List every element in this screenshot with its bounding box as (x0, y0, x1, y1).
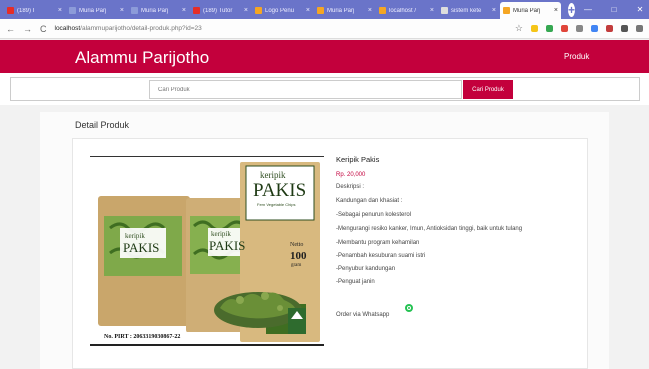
tab-title: Muria Parj (513, 7, 541, 14)
url-host: localhost (54, 25, 81, 32)
search-button[interactable]: Cari Produk (463, 80, 513, 99)
tab-title: Logo Penu (265, 7, 295, 14)
tab-close-icon[interactable]: × (368, 7, 372, 14)
nav-produk-link[interactable]: Produk (564, 52, 589, 61)
browser-tab[interactable]: Logo Penu × (252, 2, 313, 19)
order-whatsapp-link[interactable]: Order via Whatsapp (336, 312, 389, 318)
bookmark-star-icon[interactable]: ☆ (515, 23, 523, 34)
tab-title: (189) Tutor (203, 7, 233, 14)
description-line: -Penambah kesuburan suami istri (336, 253, 426, 259)
minimize-button[interactable]: — (575, 5, 601, 14)
package-netto-label: Netto (290, 242, 304, 248)
tab-title: Muria Parj (141, 7, 169, 14)
back-arrow-icon[interactable]: ← (6, 24, 15, 34)
package-brand-top: keripik (260, 170, 286, 180)
tab-favicon-icon (193, 7, 200, 14)
browser-tab[interactable]: Muria Parj × (128, 2, 189, 19)
tab-close-icon[interactable]: × (554, 7, 558, 14)
extension-icon[interactable] (636, 25, 643, 32)
url-path: /alammuparijotho/detail-produk.php?id=23 (80, 25, 202, 32)
site-header: Alammu Parijotho Produk (0, 40, 649, 73)
browser-tab[interactable]: Muria Parj × (500, 2, 561, 19)
tab-title: localhost / (389, 7, 417, 14)
package-brand-top-back: keripik (125, 232, 145, 240)
tab-title: Muria Parj (327, 7, 355, 14)
description-label: Deskripsi : (336, 184, 365, 190)
tab-close-icon[interactable]: × (244, 7, 248, 14)
tab-favicon-icon (69, 7, 76, 14)
extension-icon[interactable] (531, 25, 538, 32)
package-brand-main-middle: PAKIS (209, 238, 246, 253)
search-input[interactable] (149, 80, 462, 99)
tab-close-icon[interactable]: × (306, 7, 310, 14)
extension-icons (523, 25, 643, 32)
product-name: Keripik Pakis (336, 155, 380, 164)
product-image: keripik PAKIS Fern Vegetable Chips Netto… (90, 158, 324, 346)
browser-tab[interactable]: Muria Parj × (314, 2, 375, 19)
tab-close-icon[interactable]: × (58, 7, 62, 14)
extension-icon[interactable] (606, 25, 613, 32)
tab-title: Muria Parj (79, 7, 107, 14)
description-line: -Membantu program kehamilan (336, 240, 420, 246)
brand-logo-seal (288, 308, 306, 334)
extension-icon[interactable] (576, 25, 583, 32)
browser-tab[interactable]: Muria Parj × (66, 2, 127, 19)
description-line: -Penyubur kandungan (336, 266, 396, 272)
url-field[interactable]: i localhost/alammuparijotho/detail-produ… (54, 21, 515, 181)
tab-close-icon[interactable]: × (492, 7, 496, 14)
extension-icon[interactable] (621, 25, 628, 32)
window-controls: — □ ✕ (575, 0, 649, 19)
browser-tab[interactable]: localhost / × (376, 2, 437, 19)
tab-favicon-icon (441, 7, 448, 14)
tab-favicon-icon (503, 7, 510, 14)
package-pirt: No. PIRT : 2063319030867-22 (104, 334, 181, 340)
description-line: -Mengurangi resiko kanker, Imun, Antioks… (336, 226, 523, 232)
extension-icon[interactable] (591, 25, 598, 32)
whatsapp-icon[interactable] (405, 304, 413, 312)
tab-close-icon[interactable]: × (182, 7, 186, 14)
package-brand-top-middle: keripik (211, 230, 231, 238)
browser-tab[interactable]: sistem kete × (438, 2, 499, 19)
reload-icon[interactable]: C (40, 24, 47, 34)
browser-tab[interactable]: (189) Tutor × (190, 2, 251, 19)
tab-favicon-icon (7, 7, 14, 14)
site-title[interactable]: Alammu Parijotho (75, 48, 209, 68)
tab-title: (189) I (17, 7, 35, 14)
description-line: -Penguat janin (336, 279, 375, 285)
browser-tab-bar: (189) I × Muria Parj × Muria Parj × (189) Tuto… (0, 0, 649, 19)
image-divider (90, 156, 324, 157)
page-title: Detail Produk (75, 120, 130, 130)
tab-favicon-icon (255, 7, 262, 14)
tab-title: sistem kete (451, 7, 482, 14)
description-line: -Sebagai penurun kolesterol (336, 212, 412, 218)
browser-tab[interactable]: (189) I × (4, 2, 65, 19)
tab-favicon-icon (379, 7, 386, 14)
extension-icon[interactable] (546, 25, 553, 32)
tab-close-icon[interactable]: × (120, 7, 124, 14)
package-brand-sub: Fern Vegetable Chips (257, 202, 296, 207)
package-brand-main: PAKIS (253, 180, 307, 201)
forward-arrow-icon[interactable]: → (23, 24, 32, 34)
product-price: Rp. 20,000 (336, 172, 366, 178)
close-window-button[interactable]: ✕ (627, 5, 649, 14)
package-netto-value: 100 (290, 250, 307, 262)
description-line: Kandungan dan khasiat : (336, 198, 403, 204)
address-bar: ← → C i localhost/alammuparijotho/detail… (0, 19, 649, 181)
new-tab-button[interactable]: + (568, 3, 576, 17)
tab-favicon-icon (131, 7, 138, 14)
package-netto-unit: gram (291, 263, 302, 268)
package-brand-main-back: PAKIS (123, 240, 160, 255)
tab-close-icon[interactable]: × (430, 7, 434, 14)
tab-favicon-icon (317, 7, 324, 14)
maximize-button[interactable]: □ (601, 5, 627, 14)
extension-icon[interactable] (561, 25, 568, 32)
